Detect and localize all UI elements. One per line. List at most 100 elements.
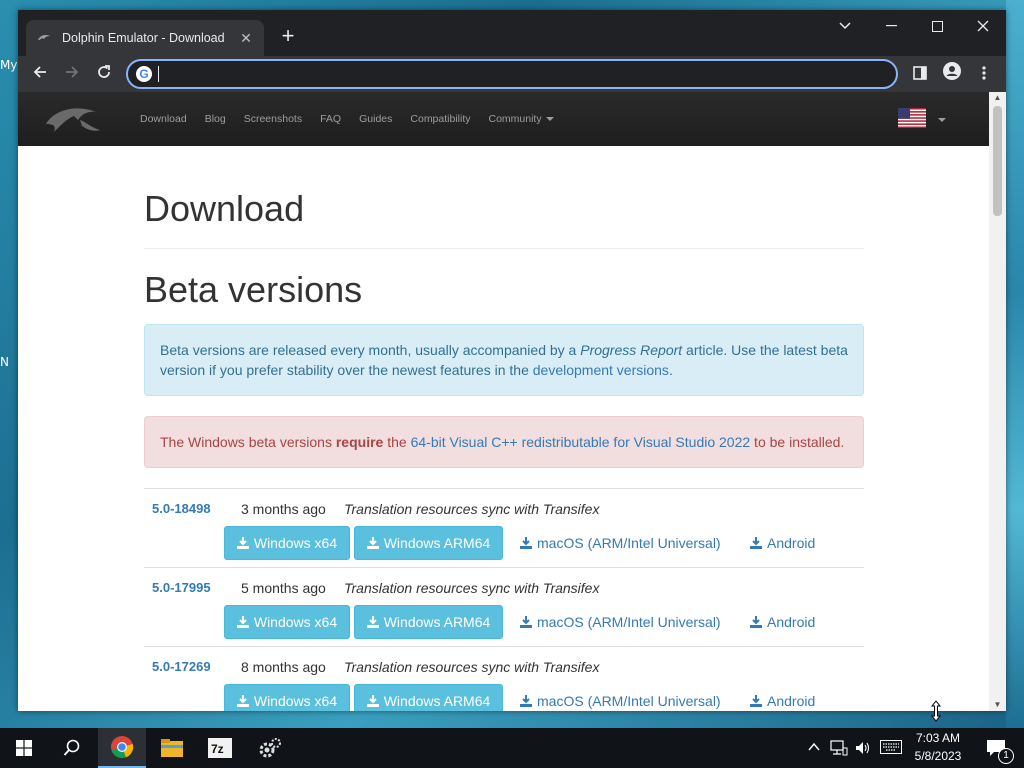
- info-text-3: .: [668, 362, 673, 378]
- notifications-icon[interactable]: 1: [976, 728, 1016, 768]
- macos-download-link[interactable]: macOS (ARM/Intel Universal): [520, 693, 721, 709]
- maximize-button[interactable]: [914, 10, 960, 42]
- version-link[interactable]: 5.0-17269: [152, 659, 211, 674]
- clock-date[interactable]: 5/8/2023: [908, 749, 968, 763]
- address-bar[interactable]: G: [126, 59, 898, 89]
- show-hidden-icons-chevron-icon[interactable]: [807, 740, 821, 754]
- kebab-menu-icon[interactable]: [972, 62, 996, 86]
- windows-x64-button[interactable]: Windows x64: [224, 526, 350, 560]
- browser-titlebar: Dolphin Emulator - Download ✕ +: [18, 10, 1006, 56]
- nav-link-screenshots[interactable]: Screenshots: [235, 113, 311, 125]
- section-title-beta: Beta versions: [144, 269, 363, 310]
- keyboard-icon[interactable]: [880, 740, 902, 754]
- button-label: Windows x64: [253, 535, 338, 551]
- require-text: require: [335, 434, 384, 450]
- windows-arm64-button[interactable]: Windows ARM64: [354, 605, 503, 639]
- version-message: Translation resources sync with Transife…: [344, 501, 600, 517]
- link-label: Android: [767, 535, 816, 551]
- scroll-up-arrow-icon[interactable]: ▲: [989, 92, 1006, 104]
- page-title: Download: [144, 188, 864, 249]
- version-link[interactable]: 5.0-17995: [152, 580, 211, 595]
- version-link[interactable]: 5.0-18498: [152, 501, 211, 516]
- language-dropdown-chevron-icon[interactable]: [938, 118, 946, 122]
- network-icon[interactable]: [830, 740, 848, 756]
- vcredist-link[interactable]: 64-bit Visual C++ redistributable for Vi…: [411, 434, 751, 450]
- macos-download-link[interactable]: macOS (ARM/Intel Universal): [520, 614, 721, 630]
- tab-search-icon[interactable]: [822, 10, 868, 42]
- tab-title: Dolphin Emulator - Download: [62, 31, 225, 45]
- windows-arm64-button[interactable]: Windows ARM64: [354, 684, 503, 711]
- version-row: 5.0-17995 5 months ago Translation resou…: [144, 568, 864, 647]
- version-row: 5.0-18498 3 months ago Translation resou…: [144, 489, 864, 568]
- info-text-1: Beta versions are released every month, …: [160, 342, 581, 358]
- beta-versions-table: 5.0-18498 3 months ago Translation resou…: [144, 488, 864, 711]
- button-label: Windows ARM64: [383, 693, 491, 709]
- danger-text-1: The Windows beta versions: [160, 434, 336, 450]
- android-download-link[interactable]: Android: [750, 693, 815, 709]
- profile-avatar-icon[interactable]: [940, 62, 964, 86]
- volume-icon[interactable]: [855, 740, 871, 756]
- site-nav-links: Download Blog Screenshots FAQ Guides Com…: [131, 92, 563, 146]
- chrome-icon[interactable]: [98, 728, 146, 768]
- nav-link-guides[interactable]: Guides: [350, 113, 401, 125]
- desktop-wallpaper: [1006, 0, 1024, 728]
- browser-tab-active[interactable]: Dolphin Emulator - Download ✕: [26, 20, 264, 56]
- version-message: Translation resources sync with Transife…: [344, 659, 600, 675]
- scroll-down-arrow-icon[interactable]: ▼: [989, 699, 1006, 711]
- nav-link-community-label: Community: [488, 113, 542, 125]
- tab-close-icon[interactable]: ✕: [238, 30, 254, 47]
- version-age: 8 months ago: [241, 659, 326, 675]
- start-icon[interactable]: [0, 728, 48, 768]
- windows-x64-button[interactable]: Windows x64: [224, 605, 350, 639]
- nav-link-download[interactable]: Download: [131, 113, 196, 125]
- 7zip-icon[interactable]: 7z: [196, 728, 244, 768]
- development-versions-link[interactable]: development versions: [533, 362, 669, 378]
- forward-button[interactable]: [60, 62, 84, 86]
- danger-text-3: to be installed.: [750, 434, 845, 450]
- version-age: 3 months ago: [241, 501, 326, 517]
- us-flag-icon[interactable]: [898, 108, 926, 128]
- android-download-link[interactable]: Android: [750, 614, 815, 630]
- close-window-button[interactable]: [960, 10, 1006, 42]
- nav-link-faq[interactable]: FAQ: [311, 113, 350, 125]
- android-download-link[interactable]: Android: [750, 535, 815, 551]
- clock-time[interactable]: 7:03 AM: [908, 731, 968, 745]
- link-label: Android: [767, 614, 816, 630]
- progress-report-text: Progress Report: [580, 342, 683, 358]
- link-label: Android: [767, 693, 816, 709]
- button-label: Windows x64: [253, 693, 338, 709]
- file-explorer-icon[interactable]: [148, 728, 196, 768]
- windows-arm64-button[interactable]: Windows ARM64: [354, 526, 503, 560]
- notification-count-badge: 1: [998, 748, 1014, 764]
- scroll-thumb[interactable]: [993, 106, 1002, 216]
- nav-link-compatibility[interactable]: Compatibility: [401, 113, 479, 125]
- version-row: 5.0-17269 8 months ago Translation resou…: [144, 647, 864, 711]
- windows-x64-button[interactable]: Windows x64: [224, 684, 350, 711]
- nav-link-blog[interactable]: Blog: [196, 113, 235, 125]
- windows-taskbar: 7z 7:03 AM 5/8/2023 1: [0, 728, 1024, 768]
- link-label: macOS (ARM/Intel Universal): [537, 693, 721, 709]
- button-label: Windows ARM64: [383, 614, 491, 630]
- side-panel-icon[interactable]: [908, 62, 932, 86]
- search-icon[interactable]: [48, 728, 96, 768]
- desktop-icon-label[interactable]: My: [0, 58, 17, 72]
- dolphin-logo-icon[interactable]: [44, 102, 102, 136]
- dolphin-favicon-icon: [36, 30, 52, 46]
- desktop-icon-label[interactable]: N: [0, 355, 9, 369]
- danger-text-2: the: [383, 434, 411, 450]
- link-label: macOS (ARM/Intel Universal): [537, 614, 721, 630]
- beta-info-alert: Beta versions are released every month, …: [144, 324, 864, 396]
- address-input[interactable]: [159, 66, 896, 82]
- new-tab-button[interactable]: +: [276, 24, 300, 48]
- site-navbar: Download Blog Screenshots FAQ Guides Com…: [18, 92, 989, 146]
- button-label: Windows ARM64: [383, 535, 491, 551]
- chevron-down-icon: [545, 117, 554, 122]
- minimize-button[interactable]: [868, 10, 914, 42]
- macos-download-link[interactable]: macOS (ARM/Intel Universal): [520, 535, 721, 551]
- nav-link-community[interactable]: Community: [480, 113, 563, 125]
- reload-button[interactable]: [92, 62, 116, 86]
- page-scrollbar[interactable]: ▲ ▼: [989, 92, 1006, 711]
- page-viewport: Download Blog Screenshots FAQ Guides Com…: [18, 92, 989, 711]
- back-button[interactable]: [28, 62, 52, 86]
- settings-gear-icon[interactable]: [246, 728, 294, 768]
